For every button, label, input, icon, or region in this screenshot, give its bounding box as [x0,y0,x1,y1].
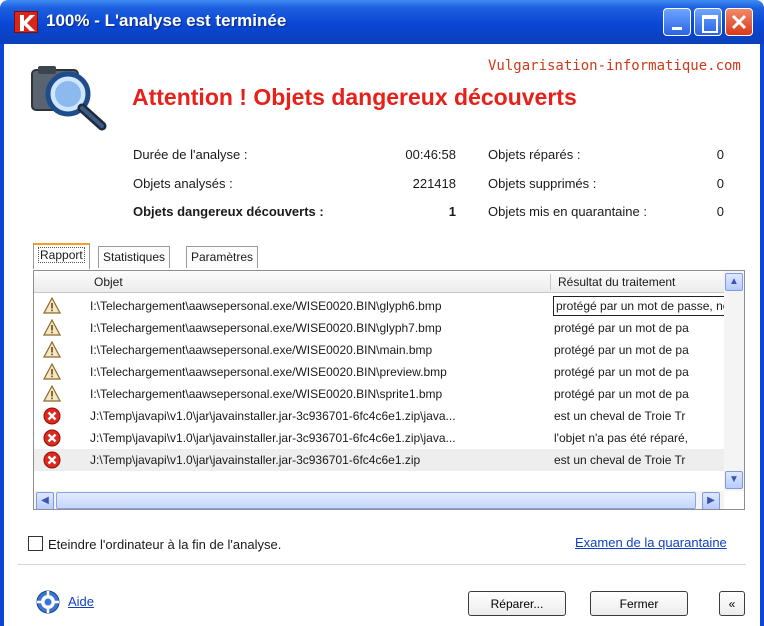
shutdown-checkbox-label[interactable]: Eteindre l'ordinateur à la fin de l'anal… [48,537,281,552]
window-frame-right [760,44,764,626]
tab-statistiques-label: Statistiques [103,250,166,264]
help-link[interactable]: Aide [68,594,94,609]
column-separator[interactable] [550,274,551,290]
warning-icon [43,385,61,402]
table-row[interactable]: I:\Telechargement\aawsepersonal.exe/WISE… [34,383,724,405]
close-icon [731,14,747,30]
stat-value-repaired: 0 [716,147,724,162]
stat-label-duration: Durée de l'analyse : [133,147,248,162]
row-result: protégé par un mot de pa [554,321,689,335]
table-row[interactable]: I:\Telechargement\aawsepersonal.exe/WISE… [34,339,724,361]
window-frame-left [0,44,4,626]
stat-label-deleted: Objets supprimés : [488,176,597,191]
row-result: est un cheval de Troie Tr [554,409,686,423]
table-row[interactable]: J:\Temp\javapi\v1.0\jar\javainstaller.ja… [34,405,724,427]
stat-label-analyzed: Objets analysés : [133,176,233,191]
row-object-path: I:\Telechargement\aawsepersonal.exe/WISE… [90,343,433,357]
shutdown-checkbox[interactable] [28,536,43,551]
tab-parametres-label: Paramètres [191,250,254,264]
table-row[interactable]: J:\Temp\javapi\v1.0\jar\javainstaller.ja… [34,449,724,471]
stat-value-analyzed: 221418 [412,176,456,191]
vertical-scrollbar[interactable]: ▲ ▼ [724,271,744,491]
table-row[interactable]: J:\Temp\javapi\v1.0\jar\javainstaller.ja… [34,427,724,449]
scan-magnifier-icon [31,66,107,131]
danger-icon [43,407,61,425]
row-object-path: I:\Telechargement\aawsepersonal.exe/WISE… [90,299,442,313]
tab-parametres[interactable]: Paramètres [186,246,259,268]
scroll-left-button[interactable]: ◀ [36,492,54,509]
stat-value-duration: 00:46:58 [405,147,456,162]
footer-divider [18,564,746,565]
kaspersky-app-icon [14,11,38,33]
stat-label-quarantined: Objets mis en quarantaine : [488,204,647,219]
window-title: 100% - L'analyse est terminée [46,11,287,30]
maximize-button[interactable] [694,8,722,36]
row-object-path: J:\Temp\javapi\v1.0\jar\javainstaller.ja… [90,409,456,423]
warning-icon [43,341,61,358]
close-button[interactable]: Fermer [590,591,688,616]
row-object-path: I:\Telechargement\aawsepersonal.exe/WISE… [90,387,443,401]
row-result: est un cheval de Troie Tr [554,453,686,467]
report-list[interactable]: Objet Résultat du traitement I:\Telechar… [33,270,745,510]
stat-value-deleted: 0 [716,176,724,191]
horizontal-scroll-thumb[interactable] [56,492,696,509]
stat-label-dangerous: Objets dangereux découverts : [133,204,324,219]
scroll-up-button[interactable]: ▲ [725,273,743,291]
danger-icon [43,451,61,469]
headline-danger: Attention ! Objets dangereux découverts [132,84,577,110]
row-object-path: I:\Telechargement\aawsepersonal.exe/WISE… [90,365,447,379]
table-row[interactable]: I:\Telechargement\aawsepersonal.exe/WISE… [34,317,724,339]
tab-statistiques[interactable]: Statistiques [98,246,171,268]
minimize-button[interactable] [663,8,691,36]
row-result: protégé par un mot de pa [554,387,689,401]
row-object-path: I:\Telechargement\aawsepersonal.exe/WISE… [90,321,442,335]
warning-icon [43,319,61,336]
stat-label-repaired: Objets réparés : [488,147,581,162]
table-row[interactable]: I:\Telechargement\aawsepersonal.exe/WISE… [34,361,724,383]
column-header-result[interactable]: Résultat du traitement [558,275,675,289]
tab-rapport-label: Rapport [38,247,85,263]
site-watermark: Vulgarisation-informatique.com [488,58,741,74]
row-object-path: J:\Temp\javapi\v1.0\jar\javainstaller.ja… [90,453,421,467]
warning-icon [43,363,61,380]
table-row[interactable]: I:\Telechargement\aawsepersonal.exe/WISE… [34,295,744,317]
horizontal-scrollbar[interactable]: ◀ ▶ [34,491,724,509]
report-list-header: Objet Résultat du traitement [34,271,724,293]
tab-rapport[interactable]: Rapport [33,243,90,269]
row-object-path: J:\Temp\javapi\v1.0\jar\javainstaller.ja… [90,431,456,445]
row-result: l'objet n'a pas été réparé, [554,431,689,445]
warning-icon [43,297,61,314]
column-header-object[interactable]: Objet [94,275,123,289]
scroll-down-button[interactable]: ▼ [725,471,743,489]
repair-button[interactable]: Réparer... [468,591,566,616]
quarantine-link[interactable]: Examen de la quarantaine [575,535,727,550]
stat-value-dangerous: 1 [448,204,456,219]
collapse-details-button[interactable]: « [719,591,745,616]
title-bar[interactable]: 100% - L'analyse est terminée [0,0,764,44]
scroll-right-button[interactable]: ▶ [702,492,720,509]
row-result: protégé par un mot de pa [554,365,689,379]
stat-value-quarantined: 0 [716,204,724,219]
row-result: protégé par un mot de pa [554,343,689,357]
close-window-button[interactable] [725,8,753,36]
help-icon[interactable] [36,590,60,614]
row-result: protégé par un mot de passe, non [553,296,744,316]
danger-icon [43,429,61,447]
